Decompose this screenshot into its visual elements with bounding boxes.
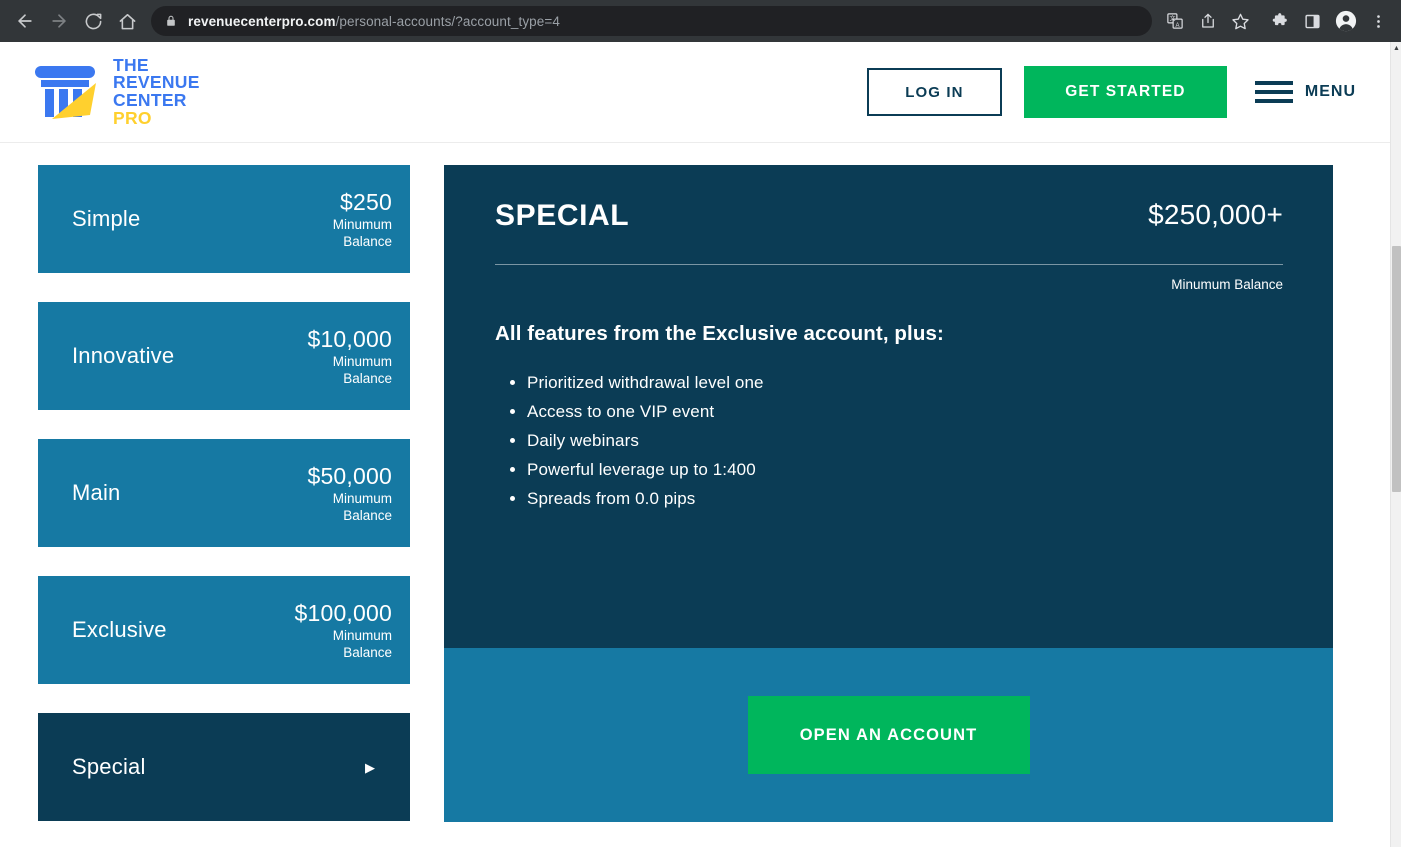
feature-list: Prioritized withdrawal level one Access … bbox=[495, 368, 1283, 513]
logo-line-pro: PRO bbox=[113, 107, 152, 128]
account-balance-group: $50,000 Minumum Balance bbox=[307, 463, 392, 524]
account-detail-body: SPECIAL $250,000+ Minumum Balance All fe… bbox=[444, 165, 1333, 648]
account-detail-panel: SPECIAL $250,000+ Minumum Balance All fe… bbox=[444, 165, 1333, 847]
list-item: Powerful leverage up to 1:400 bbox=[527, 455, 1283, 484]
logo-wordmark: THE REVENUE CENTER PRO bbox=[113, 56, 200, 128]
divider bbox=[495, 264, 1283, 265]
site-header: THE REVENUE CENTER PRO LOG IN GET STARTE… bbox=[0, 42, 1390, 143]
translate-icon[interactable]: 文A bbox=[1158, 4, 1191, 38]
list-item: Daily webinars bbox=[527, 426, 1283, 455]
page-viewport: THE REVENUE CENTER PRO LOG IN GET STARTE… bbox=[0, 42, 1390, 847]
scroll-up-arrow-icon[interactable]: ▲ bbox=[1391, 45, 1401, 52]
browser-actions: 文A bbox=[1158, 4, 1401, 38]
open-account-button[interactable]: OPEN AN ACCOUNT bbox=[747, 696, 1030, 774]
svg-text:文: 文 bbox=[1169, 15, 1175, 23]
account-balance-group: $250 Minumum Balance bbox=[308, 189, 392, 250]
list-item: Access to one VIP event bbox=[527, 397, 1283, 426]
address-bar[interactable]: revenuecenterpro.com/personal-accounts/?… bbox=[151, 6, 1152, 36]
account-type-list: Simple $250 Minumum Balance Innovative $… bbox=[38, 165, 410, 847]
get-started-button[interactable]: GET STARTED bbox=[1023, 66, 1227, 118]
account-detail-header: SPECIAL $250,000+ bbox=[495, 199, 1283, 233]
account-name: Main bbox=[72, 480, 121, 505]
header-actions: LOG IN GET STARTED MENU bbox=[866, 66, 1356, 118]
extensions-puzzle-icon[interactable] bbox=[1263, 4, 1296, 38]
svg-text:A: A bbox=[1175, 23, 1179, 29]
account-balance-label: Minumum Balance bbox=[332, 216, 392, 249]
account-balance-group: $100,000 Minumum Balance bbox=[294, 600, 392, 661]
account-card-main[interactable]: Main $50,000 Minumum Balance bbox=[38, 439, 410, 547]
forward-arrow-icon[interactable] bbox=[42, 4, 76, 38]
side-panel-icon[interactable] bbox=[1296, 4, 1329, 38]
hamburger-icon bbox=[1254, 81, 1293, 103]
scrollbar-thumb[interactable] bbox=[1392, 246, 1401, 492]
bookmark-star-icon[interactable] bbox=[1224, 4, 1257, 38]
account-price: $50,000 bbox=[307, 462, 392, 489]
page-scrollbar[interactable]: ▲ bbox=[1390, 42, 1401, 847]
account-card-special[interactable]: Special ▶ bbox=[38, 713, 410, 821]
account-price: $250 bbox=[340, 188, 392, 215]
account-name: Exclusive bbox=[72, 617, 167, 642]
home-icon[interactable] bbox=[110, 4, 144, 38]
menu-toggle[interactable]: MENU bbox=[1254, 81, 1356, 103]
lock-icon bbox=[165, 14, 177, 28]
back-arrow-icon[interactable] bbox=[8, 4, 42, 38]
list-item: Prioritized withdrawal level one bbox=[527, 368, 1283, 397]
url-domain: revenuecenterpro.com bbox=[188, 13, 336, 29]
account-card-innovative[interactable]: Innovative $10,000 Minumum Balance bbox=[38, 302, 410, 410]
account-name: Innovative bbox=[72, 343, 175, 368]
browser-toolbar: revenuecenterpro.com/personal-accounts/?… bbox=[0, 0, 1401, 42]
share-icon[interactable] bbox=[1191, 4, 1224, 38]
login-button[interactable]: LOG IN bbox=[866, 68, 1002, 116]
url-path: /personal-accounts/?account_type=4 bbox=[335, 13, 560, 29]
account-balance-label: Minumum Balance bbox=[332, 353, 392, 386]
site-logo[interactable]: THE REVENUE CENTER PRO bbox=[32, 56, 200, 128]
account-price: $10,000 bbox=[307, 325, 392, 352]
reload-icon[interactable] bbox=[76, 4, 110, 38]
account-name: Special bbox=[72, 754, 146, 779]
account-card-exclusive[interactable]: Exclusive $100,000 Minumum Balance bbox=[38, 576, 410, 684]
main-content: Simple $250 Minumum Balance Innovative $… bbox=[0, 143, 1390, 847]
account-detail-footer: OPEN AN ACCOUNT bbox=[444, 648, 1333, 822]
account-balance-group: $10,000 Minumum Balance bbox=[307, 326, 392, 387]
logo-line-center: CENTER bbox=[113, 90, 187, 110]
page-title: SPECIAL bbox=[495, 199, 630, 232]
chrome-menu-icon[interactable] bbox=[1362, 4, 1395, 38]
account-price: $100,000 bbox=[294, 599, 392, 626]
account-balance-label: Minumum Balance bbox=[332, 490, 392, 523]
profile-avatar-icon[interactable] bbox=[1329, 4, 1362, 38]
account-card-simple[interactable]: Simple $250 Minumum Balance bbox=[38, 165, 410, 273]
account-balance-label: Minumum Balance bbox=[332, 627, 392, 660]
detail-lead-text: All features from the Exclusive account,… bbox=[495, 322, 944, 345]
detail-price: $250,000+ bbox=[1148, 199, 1283, 230]
account-name: Simple bbox=[72, 206, 141, 231]
menu-label: MENU bbox=[1304, 83, 1356, 100]
column-pillar-logo-icon bbox=[35, 66, 96, 119]
chevron-right-icon: ▶ bbox=[365, 759, 375, 775]
list-item: Spreads from 0.0 pips bbox=[527, 484, 1283, 513]
detail-minimum-balance-label: Minumum Balance bbox=[1171, 277, 1283, 292]
